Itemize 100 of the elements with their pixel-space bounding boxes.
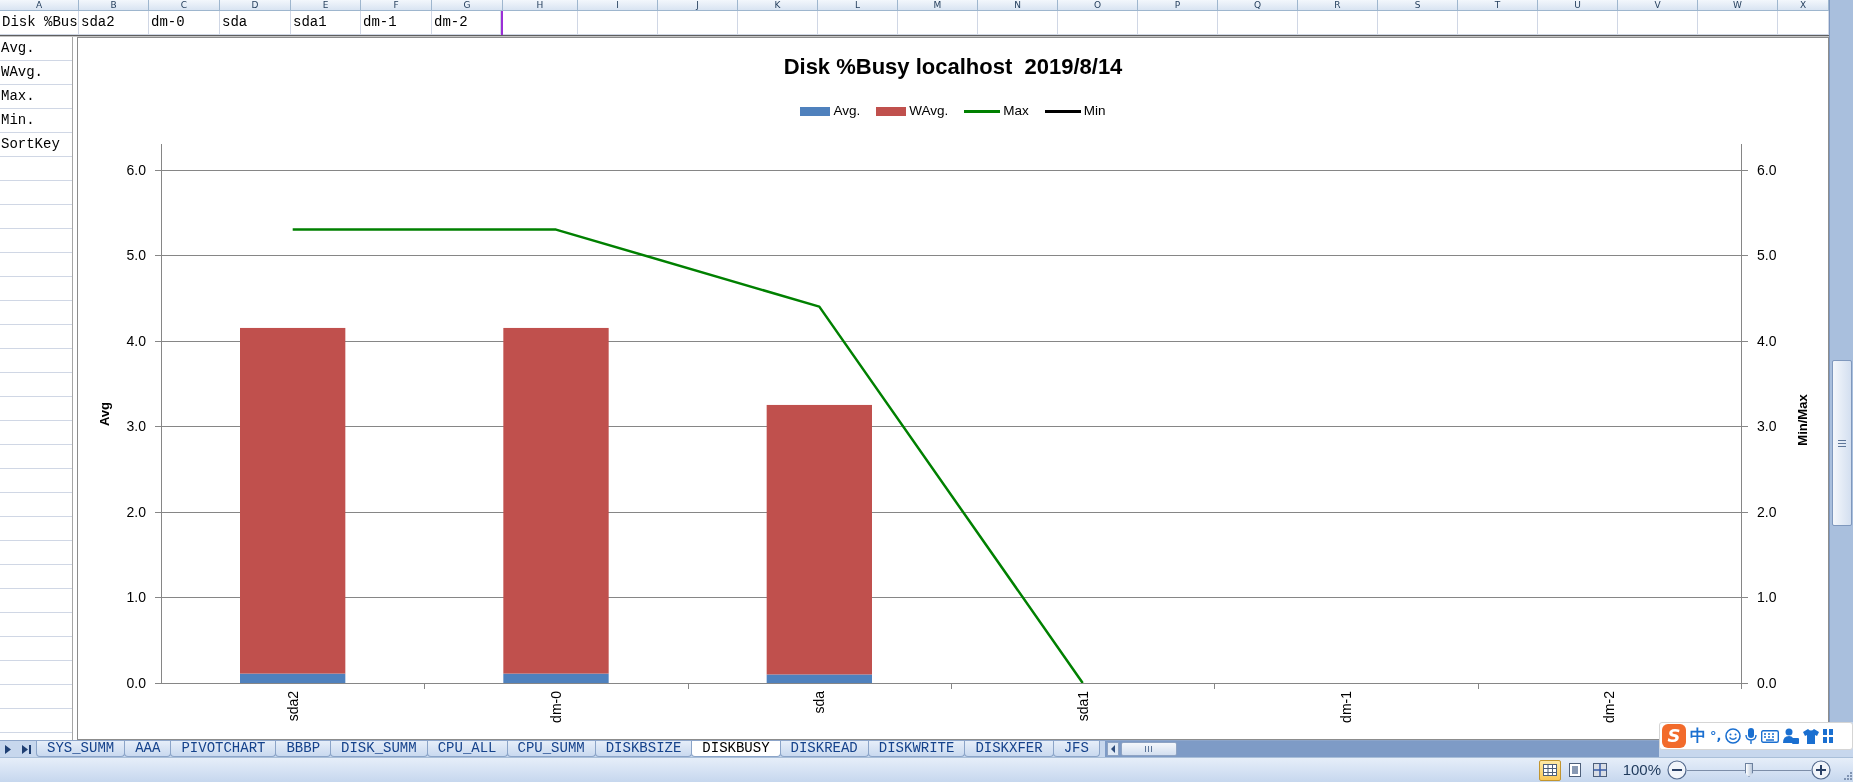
column-header[interactable]: H <box>503 0 578 11</box>
shirt-icon[interactable] <box>1803 728 1820 744</box>
person-icon[interactable] <box>1783 728 1800 744</box>
category-label: sda2 <box>284 691 301 722</box>
smiley-icon[interactable] <box>1725 728 1742 744</box>
category-label: dm-1 <box>1338 691 1354 723</box>
skip-end-icon[interactable] <box>21 744 31 754</box>
column-header[interactable]: J <box>658 0 738 11</box>
table-cell: sda2 <box>79 11 149 35</box>
column-header[interactable]: O <box>1058 0 1138 11</box>
column-header[interactable]: Q <box>1218 0 1298 11</box>
scrollbar-thumb[interactable] <box>1120 742 1177 756</box>
table-cell: dm-1 <box>361 11 432 35</box>
column-header[interactable]: T <box>1458 0 1538 11</box>
sheet-tab[interactable]: DISKWRITE <box>867 741 966 757</box>
column-header[interactable]: P <box>1138 0 1218 11</box>
page-layout-icon[interactable] <box>1568 763 1581 777</box>
zoom-slider[interactable] <box>1687 761 1811 779</box>
column-header[interactable]: F <box>361 0 432 11</box>
table-cell: Max. <box>0 85 72 109</box>
axis-tick-label: 5.0 <box>1757 247 1777 264</box>
column-header[interactable]: G <box>432 0 503 11</box>
sheet-tab[interactable]: DISKBUSY <box>691 741 781 757</box>
resize-grip-icon[interactable] <box>1843 771 1852 780</box>
keyboard-icon[interactable] <box>1761 729 1780 743</box>
column-header[interactable]: M <box>898 0 978 11</box>
view-button[interactable] <box>1538 759 1561 781</box>
axis-tick-label: 0.0 <box>1757 675 1777 691</box>
column-header[interactable]: W <box>1698 0 1778 11</box>
column-header[interactable]: A <box>0 0 79 11</box>
sheet-tab[interactable]: DISKXFER <box>964 741 1054 757</box>
category-label: sda1 <box>1074 691 1091 722</box>
zoom-out-icon[interactable] <box>1667 760 1687 780</box>
table-cell: WAvg. <box>0 61 72 85</box>
table-cell: sda <box>220 11 291 35</box>
zoom-in-icon[interactable] <box>1811 760 1831 780</box>
scrollbar-thumb[interactable] <box>1831 360 1852 526</box>
table-cell: Min. <box>0 109 72 133</box>
punctuation-toggle[interactable]: °, <box>1710 726 1722 746</box>
sheet-tab[interactable]: DISK_SUMM <box>330 741 428 757</box>
table-cell: SortKey <box>0 133 72 157</box>
category-label: dm-2 <box>1601 691 1618 723</box>
axis-tick-label: 1.0 <box>1757 589 1777 606</box>
column-header[interactable]: E <box>291 0 361 11</box>
column-header[interactable]: R <box>1298 0 1378 11</box>
category-label: dm-0 <box>548 691 564 723</box>
sheet-tab[interactable]: AAA <box>124 741 172 757</box>
legend-label: Min <box>1083 102 1106 120</box>
column-header[interactable]: U <box>1538 0 1618 11</box>
sheet-tab[interactable]: CPU_ALL <box>426 741 508 757</box>
sheet-tab[interactable]: BBBP <box>275 741 332 757</box>
vertical-scrollbar[interactable] <box>1829 0 1853 722</box>
column-header[interactable]: I <box>578 0 658 11</box>
axis-tick-label: 4.0 <box>126 332 146 349</box>
column-header[interactable]: C <box>149 0 220 11</box>
axis-tick-label: 6.0 <box>1757 161 1777 178</box>
input-mode-toggle[interactable]: 中 <box>1690 726 1706 746</box>
microphone-icon[interactable] <box>1745 728 1758 744</box>
axis-tick-label: 2.0 <box>126 503 146 520</box>
slider-thumb[interactable] <box>1745 763 1753 777</box>
axis-tick-label: 3.0 <box>126 418 146 435</box>
sheet-tab[interactable]: CPU_SUMM <box>506 741 596 757</box>
axis-title: Avg <box>96 401 112 427</box>
sheet-tab[interactable]: DISKREAD <box>779 741 869 757</box>
zoom-level[interactable]: 100% <box>1622 760 1661 780</box>
table-cell: Avg. <box>0 37 72 61</box>
legend-label: Max <box>1003 102 1029 120</box>
sheet-tab[interactable]: SYS_SUMM <box>36 741 126 757</box>
legend-label: Avg. <box>833 102 861 120</box>
axis-tick-label: 4.0 <box>1757 332 1777 349</box>
horizontal-scrollbar[interactable] <box>1104 741 1659 757</box>
table-cell: dm-0 <box>149 11 220 35</box>
axis-tick-label: 5.0 <box>126 247 146 264</box>
column-header[interactable]: X <box>1778 0 1829 11</box>
sheet-tab[interactable]: JFS <box>1052 741 1100 757</box>
axis-tick-label: 3.0 <box>1757 418 1777 435</box>
column-header[interactable]: N <box>978 0 1058 11</box>
grid-view-icon[interactable] <box>1542 764 1557 776</box>
axis-tick-label: 0.0 <box>126 675 146 691</box>
column-header[interactable]: V <box>1618 0 1698 11</box>
category-label: sda <box>811 691 828 714</box>
sheet-tab[interactable]: DISKBSIZE <box>594 741 693 757</box>
column-header[interactable]: S <box>1378 0 1458 11</box>
axis-tick-label: 1.0 <box>126 589 146 606</box>
axis-title: Min/Max <box>1794 394 1810 446</box>
sheet-tab[interactable]: PIVOTCHART <box>170 741 277 757</box>
column-header[interactable]: D <box>220 0 291 11</box>
right-arrow-icon[interactable] <box>5 744 12 754</box>
column-header[interactable]: B <box>79 0 149 11</box>
table-cell: dm-2 <box>432 11 501 35</box>
table-cell: sda1 <box>291 11 361 35</box>
chart-title: Disk %Busy localhost 2019/8/14 <box>783 54 1123 80</box>
scroll-left-icon[interactable] <box>1106 742 1119 756</box>
grid-icon[interactable] <box>1823 729 1834 743</box>
axis-tick-label: 2.0 <box>1757 503 1777 520</box>
column-header[interactable]: K <box>738 0 818 11</box>
axis-tick-label: 6.0 <box>126 161 146 178</box>
table-cell: Disk %Bus <box>0 11 79 35</box>
legend-label: WAvg. <box>909 102 949 120</box>
column-header[interactable]: L <box>818 0 898 11</box>
